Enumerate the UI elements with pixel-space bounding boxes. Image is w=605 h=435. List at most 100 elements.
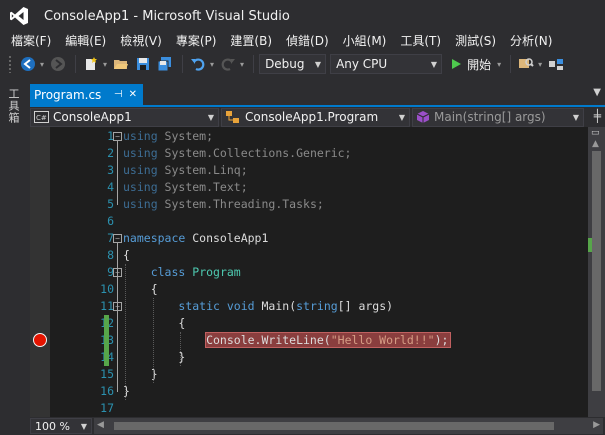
outline-line (117, 311, 118, 358)
member-dropdown[interactable]: Main(string[] args) ▼ (412, 107, 584, 127)
class-dropdown[interactable]: ConsoleApp1.Program ▼ (221, 107, 410, 127)
code-token: System.Linq; (157, 163, 248, 177)
undo-icon[interactable] (188, 54, 208, 74)
horizontal-scrollbar[interactable]: ◀ ▶ (94, 418, 603, 434)
menu-analyze[interactable]: 分析(N) (503, 32, 559, 50)
code-line[interactable]: 3 using System.Linq; (30, 162, 588, 179)
vertical-scrollbar[interactable]: ▭ ▲ (588, 127, 605, 417)
change-indicator (104, 315, 109, 366)
save-all-icon[interactable] (155, 54, 175, 74)
code-text: namespace ConsoleApp1 (123, 230, 268, 247)
collapse-toggle-icon[interactable]: − (113, 234, 122, 243)
code-line[interactable]: 17 (30, 400, 588, 417)
zoom-select[interactable]: 100 % ▼ (30, 418, 92, 434)
collapse-toggle-icon[interactable]: − (113, 132, 122, 141)
code-line[interactable]: 14 } (30, 349, 588, 366)
code-text: } (123, 349, 185, 366)
code-line[interactable]: 8{ (30, 247, 588, 264)
code-token: ); (434, 333, 449, 347)
project-dropdown[interactable]: C# ConsoleApp1 ▼ (30, 107, 219, 127)
open-folder-icon[interactable] (111, 54, 131, 74)
code-token: System.Text; (157, 180, 248, 194)
chevron-down-icon[interactable]: ▾ (497, 60, 501, 69)
menu-file[interactable]: 檔案(F) (4, 32, 58, 50)
code-token: void (226, 299, 255, 313)
scroll-left-icon[interactable]: ◀ (97, 420, 104, 430)
tab-program-cs[interactable]: Program.cs ⊣ ✕ (30, 84, 143, 105)
scroll-up-icon[interactable]: ▲ (592, 139, 599, 149)
scrollbar-thumb[interactable] (114, 422, 554, 430)
scrollbar-thumb[interactable] (592, 151, 601, 391)
chevron-down-icon: ▼ (398, 112, 405, 122)
line-number: 15 (100, 367, 114, 381)
code-token: namespace (123, 231, 186, 245)
tab-overflow-icon[interactable]: ▼ (593, 87, 601, 98)
start-debugging-button[interactable]: 開始 (446, 54, 495, 74)
line-number: 17 (100, 401, 114, 415)
toolbox-tab[interactable]: 工具箱 (5, 88, 21, 128)
menu-test[interactable]: 測試(S) (448, 32, 503, 50)
chevron-down-icon[interactable]: ▾ (40, 60, 44, 69)
standard-toolbar: ▾ ▾ ▾ ▾ Debug ▼ Any CPU ▼ 開始 ▾ ▾ (0, 52, 605, 76)
code-line[interactable]: 10 { (30, 281, 588, 298)
code-editor[interactable]: 1 using System; 2 using System.Collections.… (30, 127, 588, 417)
line-number: 1 (107, 129, 114, 143)
code-line[interactable]: 4 using System.Text; (30, 179, 588, 196)
platform-select[interactable]: Any CPU ▼ (330, 54, 443, 74)
code-line[interactable]: 12 { (30, 315, 588, 332)
breakpoint-icon[interactable] (33, 333, 47, 347)
chevron-down-icon[interactable]: ▾ (210, 60, 214, 69)
chevron-down-icon[interactable]: ▾ (538, 60, 542, 69)
menu-debug[interactable]: 偵錯(D) (279, 32, 336, 50)
redo-icon[interactable] (218, 54, 238, 74)
navigate-forward-icon[interactable] (48, 54, 68, 74)
menu-tools[interactable]: 工具(T) (393, 32, 448, 50)
scroll-right-icon[interactable]: ▶ (593, 420, 600, 430)
line-number: 2 (107, 146, 114, 160)
new-project-icon[interactable] (81, 54, 101, 74)
find-in-files-icon[interactable] (516, 54, 536, 74)
chevron-down-icon[interactable]: ▾ (103, 60, 107, 69)
code-token: using (123, 146, 158, 160)
line-number: 3 (107, 163, 114, 177)
code-line[interactable]: 16} (30, 383, 588, 400)
configuration-select[interactable]: Debug ▼ (259, 54, 327, 74)
code-token: static (178, 299, 220, 313)
editor-bottom-bar: 100 % ▼ ◀ ▶ (30, 417, 605, 435)
code-line[interactable]: 13 Console.WriteLine("Hello World!!"); (30, 332, 588, 349)
toolbox-strip: 工具箱 (0, 84, 24, 435)
zoom-value: 100 % (35, 419, 70, 433)
method-icon (416, 111, 430, 123)
menu-build[interactable]: 建置(B) (223, 32, 279, 50)
pin-icon[interactable]: ⊣ (114, 89, 123, 100)
chevron-down-icon: ▼ (80, 421, 87, 431)
solution-explorer-icon[interactable] (546, 54, 566, 74)
menu-project[interactable]: 專案(P) (169, 32, 224, 50)
code-text: using System.Threading.Tasks; (123, 196, 324, 213)
save-icon[interactable] (133, 54, 153, 74)
menu-edit[interactable]: 編輯(E) (58, 32, 113, 50)
code-token: System.Threading.Tasks; (157, 197, 324, 211)
navigate-back-icon[interactable] (18, 54, 38, 74)
toolbar-separator (253, 55, 255, 73)
svg-text:C#: C# (36, 114, 47, 122)
split-handle-icon[interactable]: ▭ (591, 128, 600, 138)
indent-guide (152, 298, 154, 383)
outline-line (117, 141, 118, 205)
code-token: using (123, 180, 158, 194)
code-line[interactable]: 15 } (30, 366, 588, 383)
code-line[interactable]: 5 using System.Threading.Tasks; (30, 196, 588, 213)
split-window-icon[interactable]: ╪ (594, 109, 601, 123)
class-name: ConsoleApp1.Program (245, 110, 379, 124)
csharp-project-icon: C# (34, 111, 49, 123)
toolbar-grip[interactable] (8, 55, 12, 73)
menu-view[interactable]: 檢視(V) (113, 32, 169, 50)
member-name: Main(string[] args) (434, 110, 546, 124)
code-line[interactable]: 6 (30, 213, 588, 230)
close-icon[interactable]: ✕ (129, 89, 137, 100)
code-token: { (123, 316, 186, 330)
menu-team[interactable]: 小組(M) (336, 32, 394, 50)
code-line[interactable]: 2 using System.Collections.Generic; (30, 145, 588, 162)
chevron-down-icon[interactable]: ▾ (240, 60, 244, 69)
